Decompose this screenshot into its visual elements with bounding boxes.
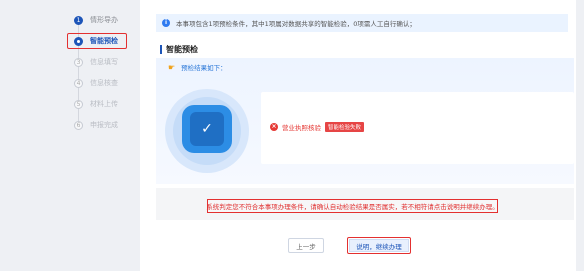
step-item-4[interactable]: 4 信息核查 [74, 76, 118, 90]
step-item-5[interactable]: 5 材料上传 [74, 97, 118, 111]
title-accent-bar [160, 44, 162, 54]
notice-text: 本事项包含1项预检条件，其中1项属对数据共享的智能检验，0项需人工自行确认； [176, 20, 416, 28]
step-item-3[interactable]: 3 信息填写 [74, 55, 118, 69]
step-6-marker: 6 [74, 120, 83, 130]
step-1-label: 情形导办 [90, 16, 118, 24]
result-heading-text: 预检结果如下： [181, 64, 227, 72]
explain-continue-button[interactable]: 说明，继续办理 [349, 239, 409, 252]
pointing-hand-icon: ☛ [168, 62, 176, 72]
check-result-row: × 营业执照核验 智能检验失败 [270, 122, 365, 132]
step-5-label: 材料上传 [90, 100, 118, 108]
warning-text: 系统判定您不符合本事项办理条件，请确认自动检验结果是否属实，若不相符请点击说明并… [206, 203, 499, 211]
notice-bar: i 本事项包含1项预检条件，其中1项属对数据共享的智能检验，0项需人工自行确认； [156, 14, 568, 32]
right-margin [576, 0, 584, 271]
step-1-marker: 1 [74, 15, 83, 25]
check-item-label: 营业执照核验 [282, 124, 321, 132]
explain-continue-button-frame[interactable]: 说明，继续办理 [347, 237, 411, 254]
info-icon: i [162, 19, 170, 27]
status-badge: 智能检验失败 [325, 122, 365, 132]
step-2-marker [74, 36, 83, 46]
step-3-label: 信息填写 [90, 58, 118, 66]
check-icon: ✓ [201, 121, 213, 137]
step-6-label: 申报完成 [90, 121, 118, 129]
page-title: 智能预检 [166, 44, 198, 54]
previous-step-button[interactable]: 上一步 [288, 238, 324, 253]
error-icon: × [270, 123, 278, 131]
step-2-label: 智能预检 [90, 37, 118, 45]
step-4-marker: 4 [74, 78, 83, 88]
section-title: 智能预检 [160, 44, 198, 54]
result-heading: ☛ 预检结果如下： [168, 62, 227, 73]
step-item-2[interactable]: 智能预检 [74, 34, 118, 48]
step-4-label: 信息核查 [90, 79, 118, 87]
step-3-marker: 3 [74, 57, 83, 67]
step-5-marker: 5 [74, 99, 83, 109]
step-item-1[interactable]: 1 情形导办 [74, 13, 118, 27]
step-item-6[interactable]: 6 申报完成 [74, 118, 118, 132]
warning-box: 系统判定您不符合本事项办理条件，请确认自动检验结果是否属实，若不相符请点击说明并… [206, 199, 499, 213]
